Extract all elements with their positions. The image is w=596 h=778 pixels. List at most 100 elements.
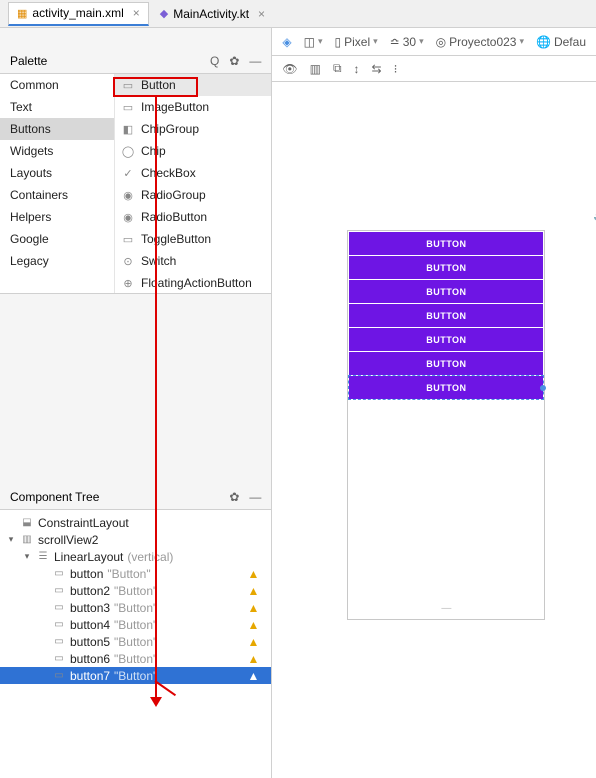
theme-selector[interactable]: ◎ Proyecto023▾ [436, 35, 524, 49]
palette-category-helpers[interactable]: Helpers [0, 206, 114, 228]
preview-button[interactable]: BUTTON [349, 256, 543, 279]
guidelines-icon[interactable]: ⇆ [372, 62, 382, 76]
palette-item-radiogroup[interactable]: ◉RadioGroup [115, 184, 271, 206]
api-level-selector[interactable]: ≏ 30▾ [390, 35, 424, 49]
component-icon: ☰ [36, 551, 50, 562]
close-icon[interactable]: × [133, 6, 140, 20]
tree-hint: "Button" [114, 601, 157, 615]
gear-icon[interactable]: ✿ [229, 54, 239, 68]
palette-category-buttons[interactable]: Buttons [0, 118, 114, 140]
component-icon: ▭ [52, 653, 66, 664]
palette-item-chip[interactable]: ◯ Chip [115, 140, 271, 162]
palette-category-widgets[interactable]: Widgets [0, 140, 114, 162]
component-icon: ▭ [52, 636, 66, 647]
tree-row[interactable]: ▭ button6 "Button" ▲ [0, 650, 271, 667]
tree-label: button7 [70, 669, 110, 683]
design-toolbar-2: 👁 ▥ ⧉ ↕ ⇆ ⁝ [272, 56, 596, 82]
tab-activity-main[interactable]: ▦ activity_main.xml × [8, 2, 149, 26]
preview-button[interactable]: BUTTON [349, 232, 543, 255]
kt-file-icon: ◆ [160, 7, 168, 20]
preview-button[interactable]: BUTTON [349, 328, 543, 351]
annotation-box [113, 77, 198, 97]
palette-item-label: Chip [141, 144, 166, 158]
tree-hint: "Button" [114, 652, 157, 666]
palette-item-label: Switch [141, 254, 176, 268]
preview-button[interactable]: BUTTON [349, 352, 543, 375]
device-nav-hint: — [348, 603, 544, 614]
palette-item-checkbox[interactable]: ✓CheckBox [115, 162, 271, 184]
palette-category-layouts[interactable]: Layouts [0, 162, 114, 184]
tree-hint: (vertical) [127, 550, 173, 564]
chip-icon: ◯ [121, 145, 135, 158]
radiobutton-icon: ◉ [121, 211, 135, 224]
tree-row[interactable]: ▭button2 "Button"▲ [0, 582, 271, 599]
palette-title: Palette [10, 54, 47, 68]
close-icon[interactable]: × [258, 7, 265, 21]
tree-row[interactable]: ⬓ConstraintLayout [0, 514, 271, 531]
tree-toggle-icon[interactable]: ▾ [6, 534, 16, 545]
minimize-icon[interactable]: — [249, 54, 261, 68]
tab-mainactivity[interactable]: ◆ MainActivity.kt × [151, 2, 274, 26]
tree-row[interactable]: ▾☰LinearLayout (vertical) [0, 548, 271, 565]
warning-icon[interactable]: ▲ [248, 652, 260, 666]
tree-row[interactable]: ▭button4 "Button"▲ [0, 616, 271, 633]
tree-label: button6 [70, 652, 110, 666]
tree-row[interactable]: ▭button3 "Button"▲ [0, 599, 271, 616]
view-options-icon[interactable]: ◫▾ [304, 35, 323, 49]
palette-item-label: RadioButton [141, 210, 207, 224]
palette-category-text[interactable]: Text [0, 96, 114, 118]
more-icon[interactable]: ⁝ [394, 62, 398, 76]
palette-category-common[interactable]: Common [0, 74, 114, 96]
palette-item-floatingactionbutton[interactable]: ⊕FloatingActionButton [115, 272, 271, 294]
tree-row[interactable]: ▾▥scrollView2 [0, 531, 271, 548]
preview-button[interactable]: BUTTON [349, 304, 543, 327]
tree-row[interactable]: ▭button "Button"▲ [0, 565, 271, 582]
minimize-icon[interactable]: — [249, 490, 261, 504]
palette-header: Palette Q ✿ — [0, 48, 271, 74]
gear-icon[interactable]: ✿ [229, 490, 239, 504]
palette-item-togglebutton[interactable]: ▭ToggleButton [115, 228, 271, 250]
device-selector[interactable]: ▯ Pixel▾ [335, 35, 378, 49]
tree-label: scrollView2 [38, 533, 98, 547]
component-tree-title: Component Tree [10, 490, 99, 504]
device-preview[interactable]: BUTTONBUTTONBUTTONBUTTONBUTTONBUTTONBUTT… [347, 230, 545, 620]
warning-icon[interactable]: ▲ [248, 601, 260, 615]
tree-row[interactable]: ▭button5 "Button"▲ [0, 633, 271, 650]
default-selector[interactable]: 🌐 Defau [536, 35, 586, 49]
tree-label: button2 [70, 584, 110, 598]
tree-hint: "Button" [114, 618, 157, 632]
palette-item-label: FloatingActionButton [141, 276, 252, 290]
palette-category-google[interactable]: Google [0, 228, 114, 250]
warning-icon[interactable]: ▲ [248, 584, 260, 598]
palette-item-imagebutton[interactable]: ▭ImageButton [115, 96, 271, 118]
preview-button[interactable]: BUTTON [349, 280, 543, 303]
xml-file-icon: ▦ [17, 7, 27, 20]
checkbox-icon: ✓ [121, 167, 135, 180]
palette-categories: CommonTextButtonsWidgetsLayoutsContainer… [0, 74, 115, 293]
palette-item-switch[interactable]: ⊙Switch [115, 250, 271, 272]
preview-button[interactable]: BUTTON [349, 376, 543, 399]
palette-category-containers[interactable]: Containers [0, 184, 114, 206]
palette-category-legacy[interactable]: Legacy [0, 250, 114, 272]
design-toolbar: ◈ ◫▾ ▯ Pixel▾ ≏ 30▾ ◎ Proyecto023▾ 🌐 Def… [272, 28, 596, 56]
palette-item-radiobutton[interactable]: ◉ RadioButton [115, 206, 271, 228]
align-icon[interactable]: ↕ [354, 62, 360, 76]
component-icon: ▭ [52, 670, 66, 681]
layers-icon[interactable]: ◈ [282, 35, 291, 49]
component-icon: ▭ [52, 568, 66, 579]
warning-icon[interactable]: ▲ [248, 669, 260, 683]
tab-label: activity_main.xml [32, 6, 123, 20]
visibility-icon[interactable]: 👁 [282, 62, 297, 76]
warning-icon[interactable]: ▲ [248, 567, 260, 581]
tree-hint: "Button" [114, 635, 157, 649]
warning-icon[interactable]: ▲ [248, 635, 260, 649]
grid-icon[interactable]: ▥ [310, 62, 321, 76]
magnet-icon[interactable]: ⧉ [333, 61, 342, 76]
radiogroup-icon: ◉ [121, 189, 135, 202]
palette-item-chipgroup[interactable]: ◧ChipGroup [115, 118, 271, 140]
tree-row[interactable]: ▭button7 "Button"▲ [0, 667, 271, 684]
warning-icon[interactable]: ▲ [248, 618, 260, 632]
tree-toggle-icon[interactable]: ▾ [22, 551, 32, 562]
design-canvas[interactable]: 🔧 BUTTONBUTTONBUTTONBUTTONBUTTONBUTTONBU… [272, 82, 596, 778]
search-icon[interactable]: Q [210, 54, 219, 68]
